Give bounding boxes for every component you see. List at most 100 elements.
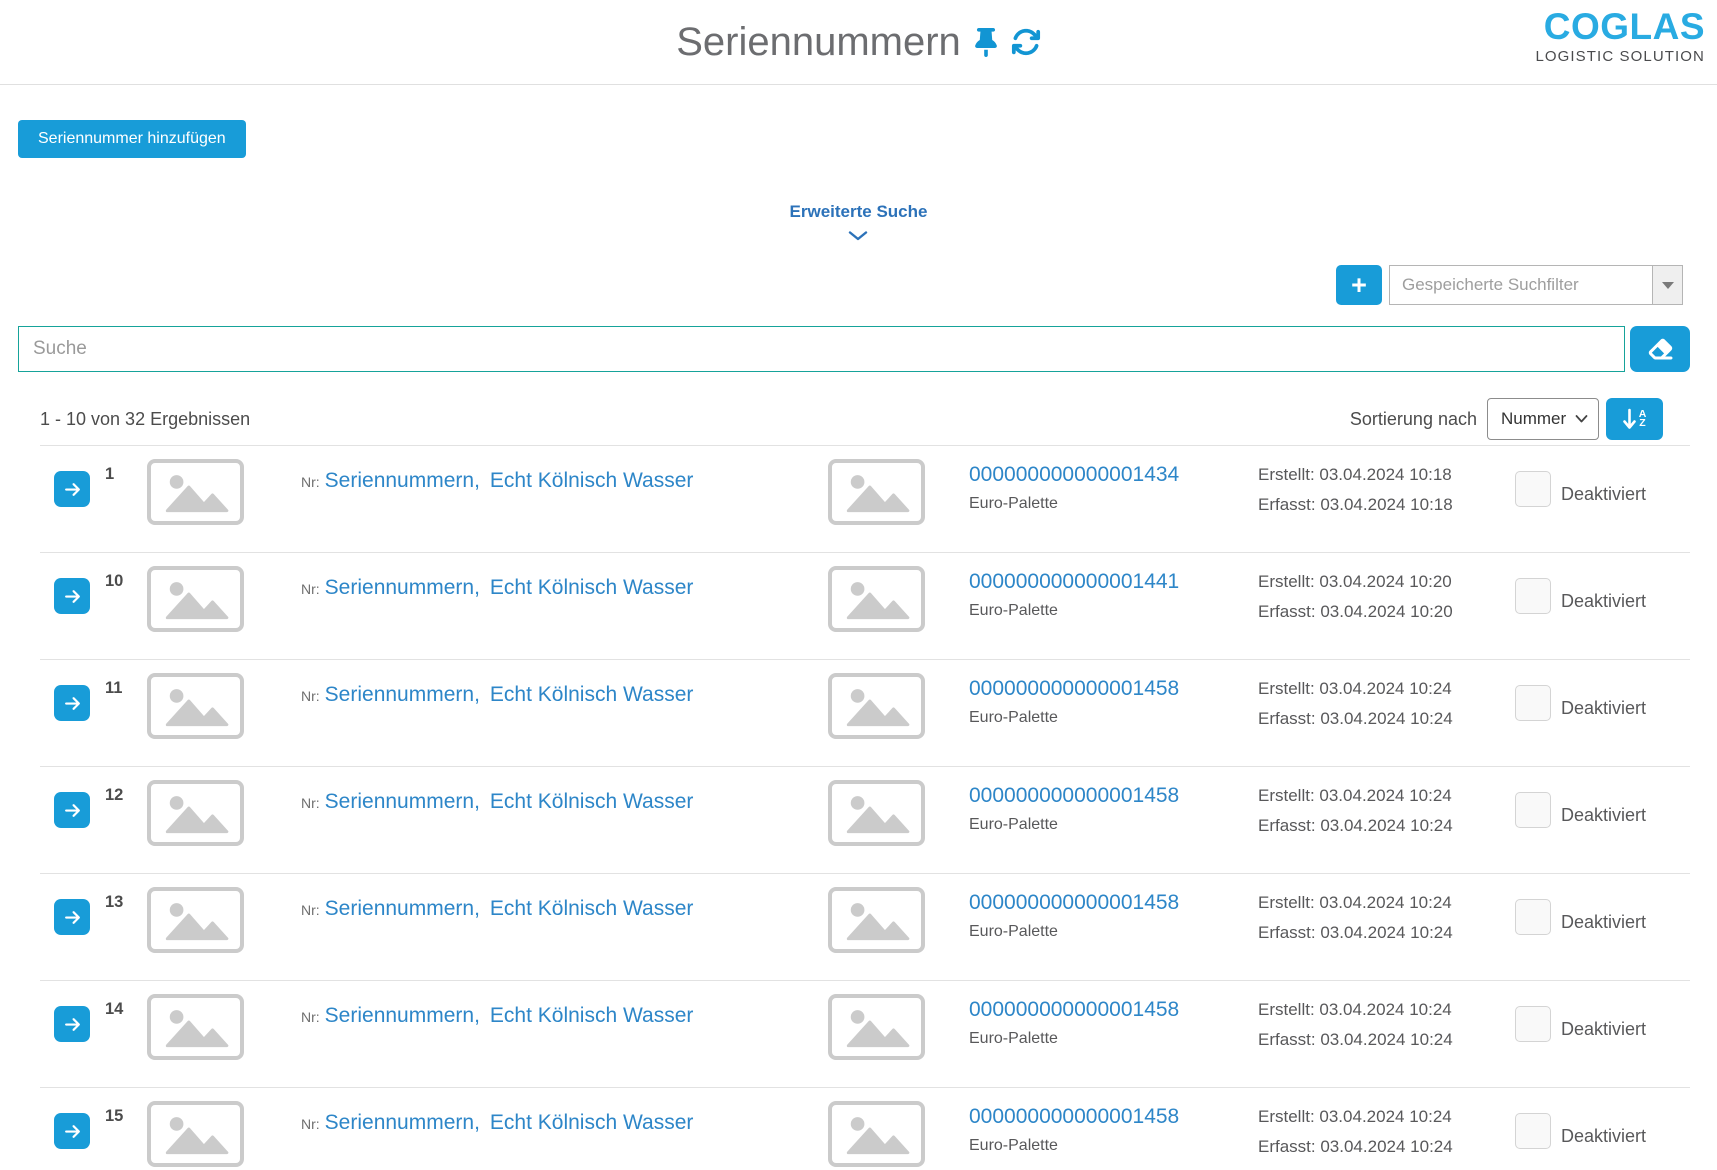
serial-group-link[interactable]: Seriennummern, — [325, 576, 480, 599]
arrow-right-icon — [64, 695, 81, 712]
open-row-button[interactable] — [54, 685, 90, 721]
results-list: 1 Nr:Seriennummern,Echt Kölnisch Wasser … — [40, 445, 1690, 1170]
item-thumbnail — [147, 1101, 244, 1167]
container-thumbnail — [828, 673, 925, 739]
image-placeholder-icon — [841, 1004, 913, 1050]
nr-label: Nr: — [301, 688, 320, 704]
deactivated-checkbox[interactable] — [1515, 471, 1551, 507]
item-thumbnail — [147, 994, 244, 1060]
deactivated-checkbox[interactable] — [1515, 578, 1551, 614]
add-serial-number-button[interactable]: Seriennummer hinzufügen — [18, 120, 246, 158]
serial-number-link[interactable]: 000000000000001458 — [969, 784, 1258, 808]
recorded-date: Erfasst: 03.04.2024 10:20 — [1258, 597, 1515, 627]
item-thumbnail — [147, 887, 244, 953]
recorded-date: Erfasst: 03.04.2024 10:24 — [1258, 918, 1515, 948]
serial-group-link[interactable]: Seriennummern, — [325, 897, 480, 920]
created-date: Erstellt: 03.04.2024 10:20 — [1258, 567, 1515, 597]
article-link[interactable]: Echt Kölnisch Wasser — [490, 1004, 693, 1027]
deactivated-label: Deaktiviert — [1561, 698, 1646, 721]
add-filter-button[interactable]: + — [1336, 265, 1382, 305]
serial-number-link[interactable]: 000000000000001458 — [969, 677, 1258, 701]
image-placeholder-icon — [160, 1111, 232, 1157]
caret-down-icon — [1662, 282, 1674, 289]
recorded-date: Erfasst: 03.04.2024 10:24 — [1258, 811, 1515, 841]
refresh-icon[interactable] — [1011, 27, 1041, 57]
serial-number-link[interactable]: 000000000000001458 — [969, 1105, 1258, 1129]
deactivated-checkbox[interactable] — [1515, 1006, 1551, 1042]
article-link[interactable]: Echt Kölnisch Wasser — [490, 683, 693, 706]
image-placeholder-icon — [841, 683, 913, 729]
search-head: Erweiterte Suche + — [0, 202, 1717, 307]
recorded-date: Erfasst: 03.04.2024 10:24 — [1258, 1132, 1515, 1162]
article-link[interactable]: Echt Kölnisch Wasser — [490, 1111, 693, 1134]
deactivated-checkbox[interactable] — [1515, 1113, 1551, 1149]
container-thumbnail — [828, 1101, 925, 1167]
saved-filter-combobox — [1389, 265, 1683, 305]
image-placeholder-icon — [160, 790, 232, 836]
container-thumbnail — [828, 780, 925, 846]
image-placeholder-icon — [841, 897, 913, 943]
saved-filter-input[interactable] — [1390, 266, 1652, 304]
sort-direction-button[interactable]: AZ — [1606, 398, 1663, 440]
sort-select-value: Nummer — [1501, 409, 1566, 429]
serial-number-link[interactable]: 000000000000001441 — [969, 570, 1258, 594]
serial-group-link[interactable]: Seriennummern, — [325, 469, 480, 492]
table-row: 14 Nr:Seriennummern,Echt Kölnisch Wasser… — [40, 981, 1690, 1088]
sort-select[interactable]: Nummer — [1487, 398, 1599, 440]
deactivated-label: Deaktiviert — [1561, 805, 1646, 828]
logo-text: COGLAS — [1535, 7, 1705, 47]
saved-filter-dropdown-button[interactable] — [1652, 266, 1682, 304]
article-link[interactable]: Echt Kölnisch Wasser — [490, 897, 693, 920]
arrow-right-icon — [64, 909, 81, 926]
nr-label: Nr: — [301, 581, 320, 597]
advanced-search-label: Erweiterte Suche — [790, 202, 928, 222]
row-number: 15 — [90, 1088, 147, 1126]
image-placeholder-icon — [160, 683, 232, 729]
open-row-button[interactable] — [54, 792, 90, 828]
serial-group-link[interactable]: Seriennummern, — [325, 1004, 480, 1027]
image-placeholder-icon — [841, 576, 913, 622]
created-date: Erstellt: 03.04.2024 10:24 — [1258, 781, 1515, 811]
nr-label: Nr: — [301, 474, 320, 490]
open-row-button[interactable] — [54, 471, 90, 507]
serial-group-link[interactable]: Seriennummern, — [325, 683, 480, 706]
table-row: 12 Nr:Seriennummern,Echt Kölnisch Wasser… — [40, 767, 1690, 874]
chevron-down-icon — [1575, 415, 1588, 423]
search-input[interactable] — [18, 326, 1625, 372]
arrow-right-icon — [64, 802, 81, 819]
deactivated-checkbox[interactable] — [1515, 899, 1551, 935]
toolbar: Seriennummer hinzufügen — [18, 120, 1717, 158]
image-placeholder-icon — [841, 1111, 913, 1157]
recorded-date: Erfasst: 03.04.2024 10:24 — [1258, 1025, 1515, 1055]
serial-group-link[interactable]: Seriennummern, — [325, 790, 480, 813]
serial-number-link[interactable]: 000000000000001458 — [969, 998, 1258, 1022]
table-row: 1 Nr:Seriennummern,Echt Kölnisch Wasser … — [40, 446, 1690, 553]
sort-label: Sortierung nach — [1350, 409, 1477, 430]
created-date: Erstellt: 03.04.2024 10:24 — [1258, 674, 1515, 704]
serial-group-link[interactable]: Seriennummern, — [325, 1111, 480, 1134]
saved-filter-group: + — [1336, 265, 1683, 305]
open-row-button[interactable] — [54, 899, 90, 935]
article-link[interactable]: Echt Kölnisch Wasser — [490, 469, 693, 492]
clear-search-button[interactable] — [1630, 326, 1690, 372]
open-row-button[interactable] — [54, 578, 90, 614]
image-placeholder-icon — [160, 576, 232, 622]
open-row-button[interactable] — [54, 1113, 90, 1149]
arrow-right-icon — [64, 1123, 81, 1140]
serial-number-link[interactable]: 000000000000001458 — [969, 891, 1258, 915]
open-row-button[interactable] — [54, 1006, 90, 1042]
article-link[interactable]: Echt Kölnisch Wasser — [490, 790, 693, 813]
row-number: 13 — [90, 874, 147, 912]
nr-label: Nr: — [301, 1009, 320, 1025]
advanced-search-link[interactable]: Erweiterte Suche — [790, 202, 928, 241]
article-link[interactable]: Echt Kölnisch Wasser — [490, 576, 693, 599]
pin-icon[interactable] — [975, 28, 997, 57]
deactivated-checkbox[interactable] — [1515, 792, 1551, 828]
image-placeholder-icon — [160, 897, 232, 943]
deactivated-label: Deaktiviert — [1561, 1019, 1646, 1042]
deactivated-checkbox[interactable] — [1515, 685, 1551, 721]
row-number: 11 — [90, 660, 147, 698]
row-number: 1 — [90, 446, 147, 484]
serial-number-link[interactable]: 000000000000001434 — [969, 463, 1258, 487]
eraser-icon — [1647, 337, 1674, 361]
